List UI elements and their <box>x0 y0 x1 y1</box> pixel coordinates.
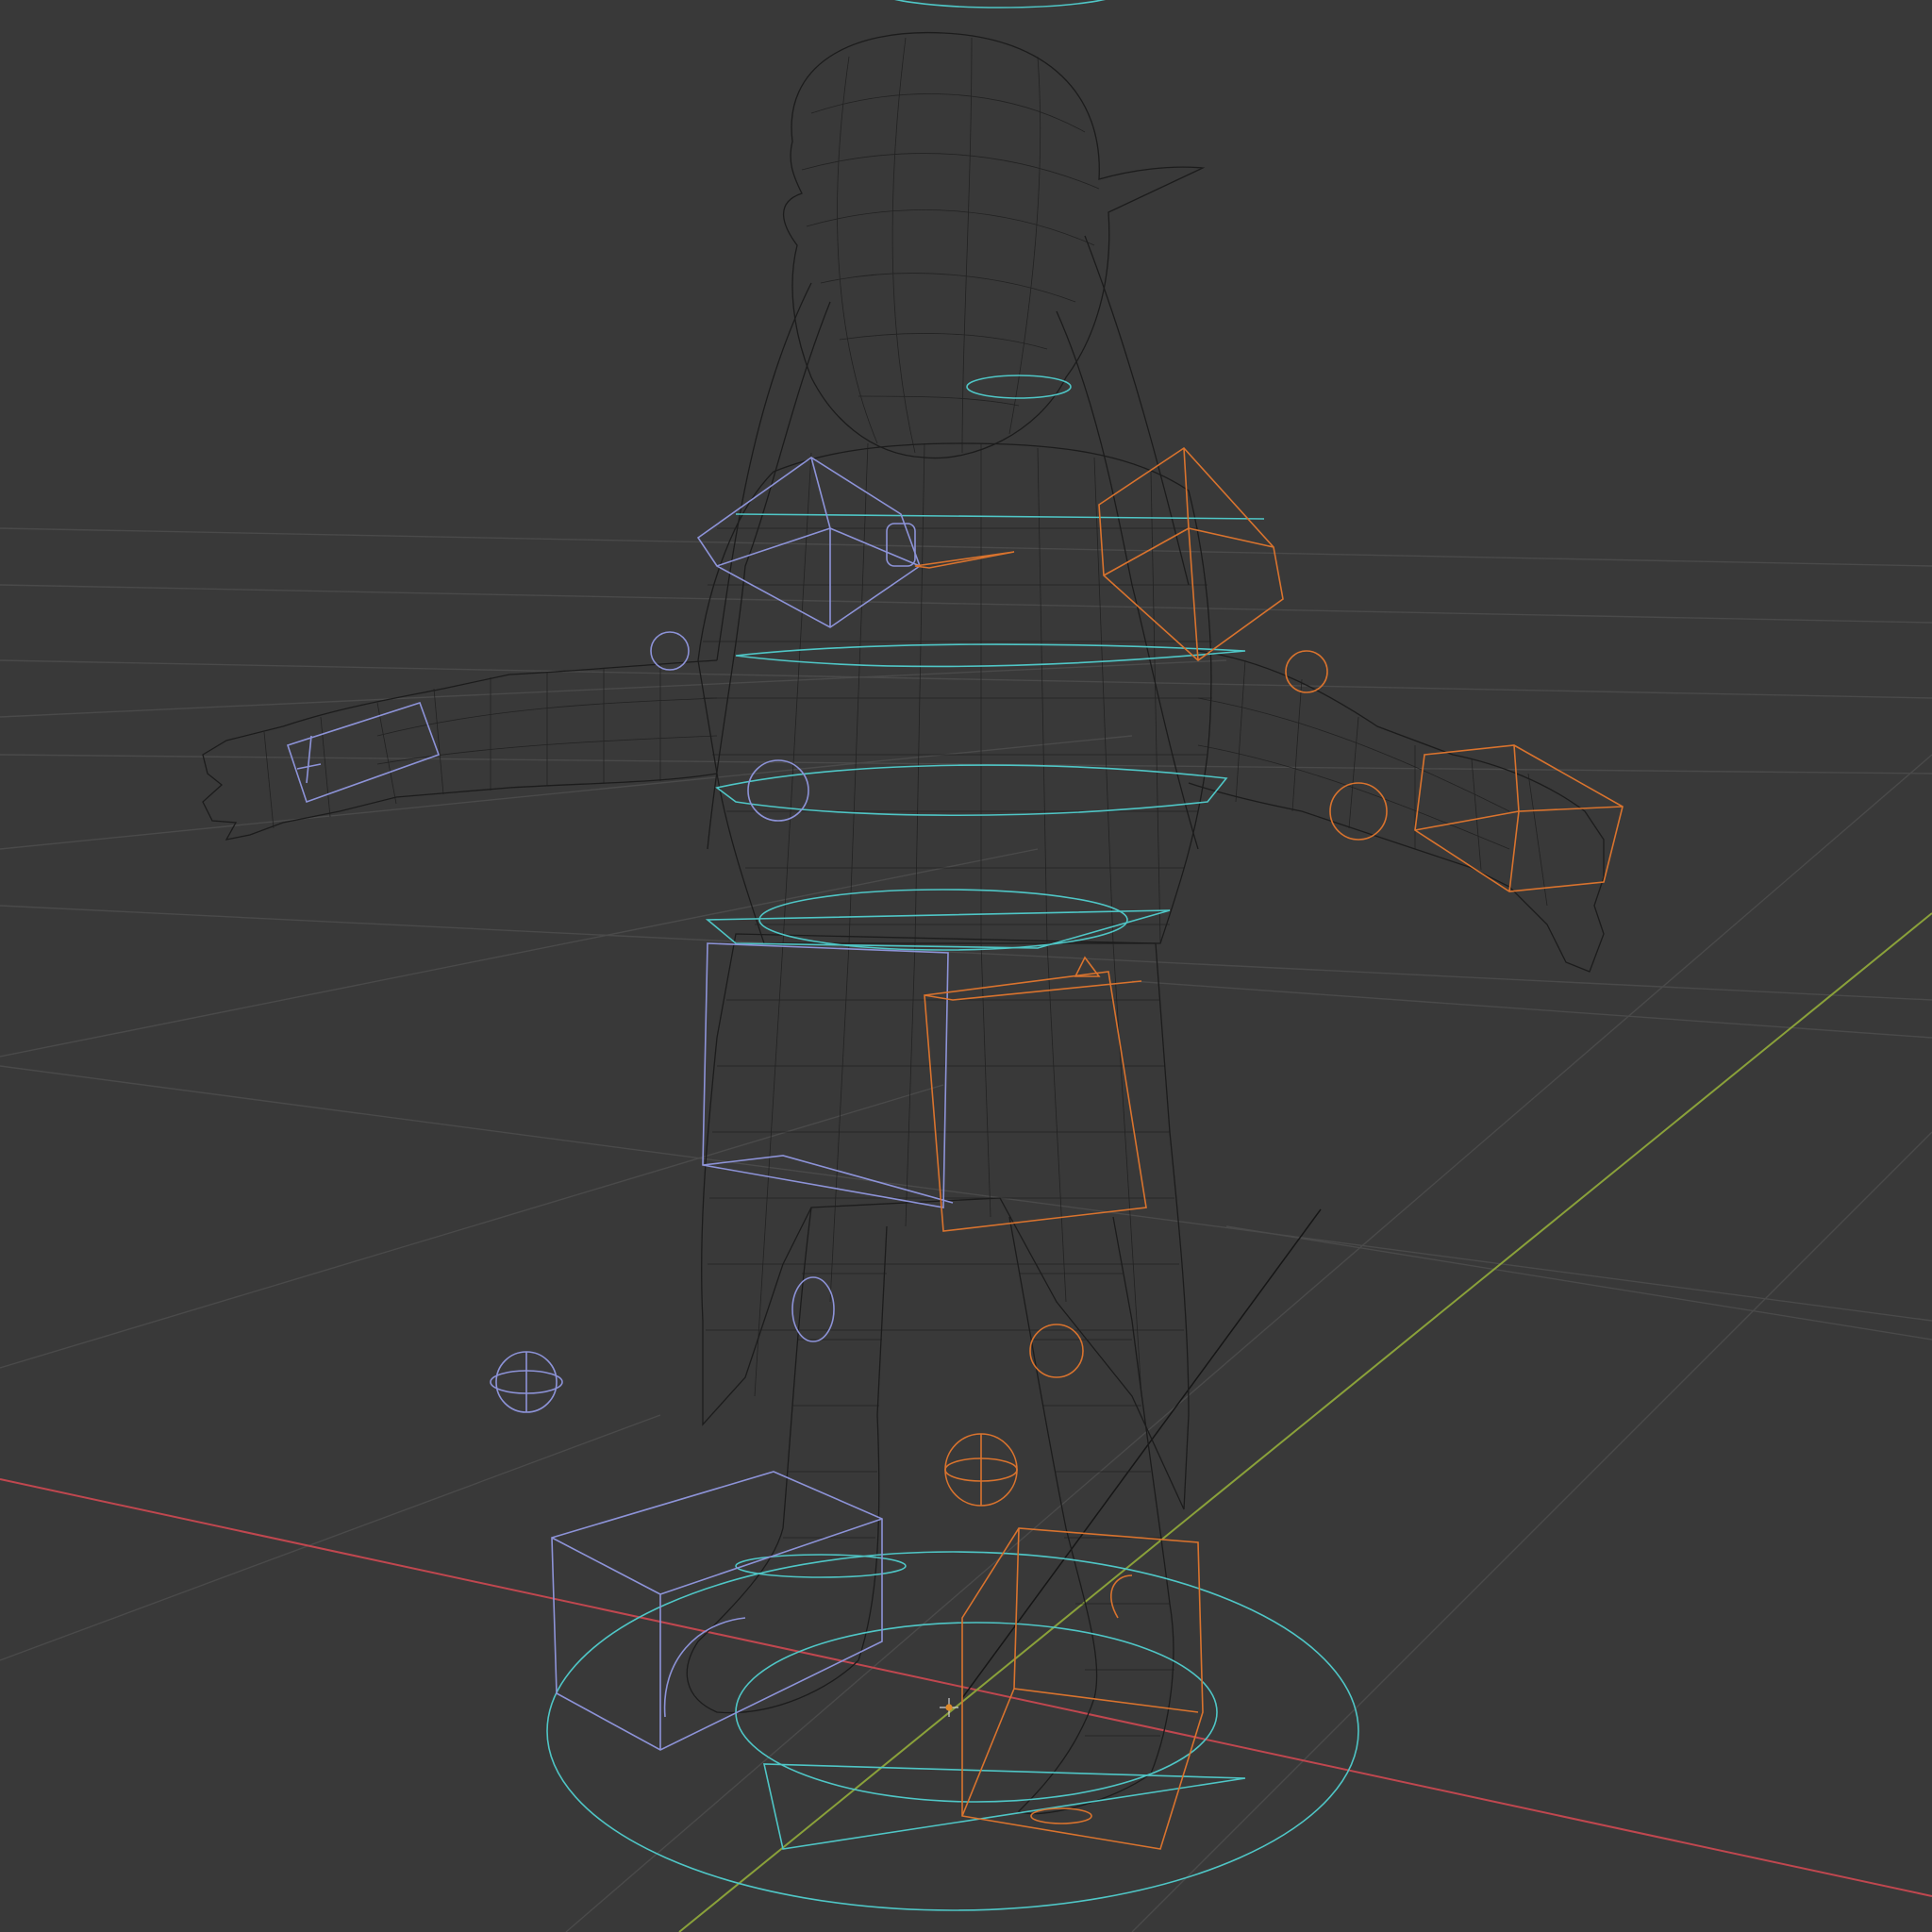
3d-cursor-icon[interactable] <box>940 1698 958 1717</box>
left-leg-mesh <box>686 1207 888 1714</box>
left-heel-arc[interactable] <box>663 1617 746 1718</box>
waist-ring[interactable] <box>715 764 1228 817</box>
right-toe-arc[interactable] <box>1109 1574 1133 1619</box>
leg-wire-detail <box>783 1273 1174 1737</box>
right-arm-mesh <box>1188 650 1605 973</box>
right-side-controls[interactable] <box>914 446 1624 1850</box>
x-axis-line <box>0 1478 1932 1897</box>
left-shoulder-rect[interactable] <box>886 523 916 567</box>
character-mesh[interactable] <box>202 31 1605 1815</box>
right-shoulder-box[interactable] <box>1098 446 1284 662</box>
hip-ellipse[interactable] <box>758 889 1128 951</box>
head-mesh <box>782 31 1206 459</box>
left-foot-box[interactable] <box>551 1471 883 1751</box>
right-shoulder-bone[interactable] <box>914 551 1015 569</box>
hair-mesh <box>707 235 1199 850</box>
right-knee-ring[interactable] <box>1029 1324 1084 1378</box>
viewport-canvas[interactable] <box>0 0 1932 1932</box>
right-arm-wire-detail <box>1197 659 1548 907</box>
head-wire-detail <box>801 37 1100 454</box>
right-hand-box[interactable] <box>1414 744 1624 892</box>
top-circle-control[interactable] <box>877 0 1123 8</box>
3d-viewport[interactable] <box>0 0 1932 1932</box>
right-leg-mesh <box>1008 1216 1174 1815</box>
left-hip-box[interactable] <box>702 942 954 1208</box>
floor-grid <box>0 527 1932 1932</box>
left-knee-ring[interactable] <box>791 1276 835 1342</box>
left-arm-wire-detail <box>263 665 718 829</box>
root-control[interactable] <box>546 1551 1359 1911</box>
ankle-ring[interactable] <box>735 1554 907 1578</box>
chest-ring-upper[interactable] <box>735 513 1265 520</box>
right-wrist-sphere[interactable] <box>1329 782 1388 841</box>
